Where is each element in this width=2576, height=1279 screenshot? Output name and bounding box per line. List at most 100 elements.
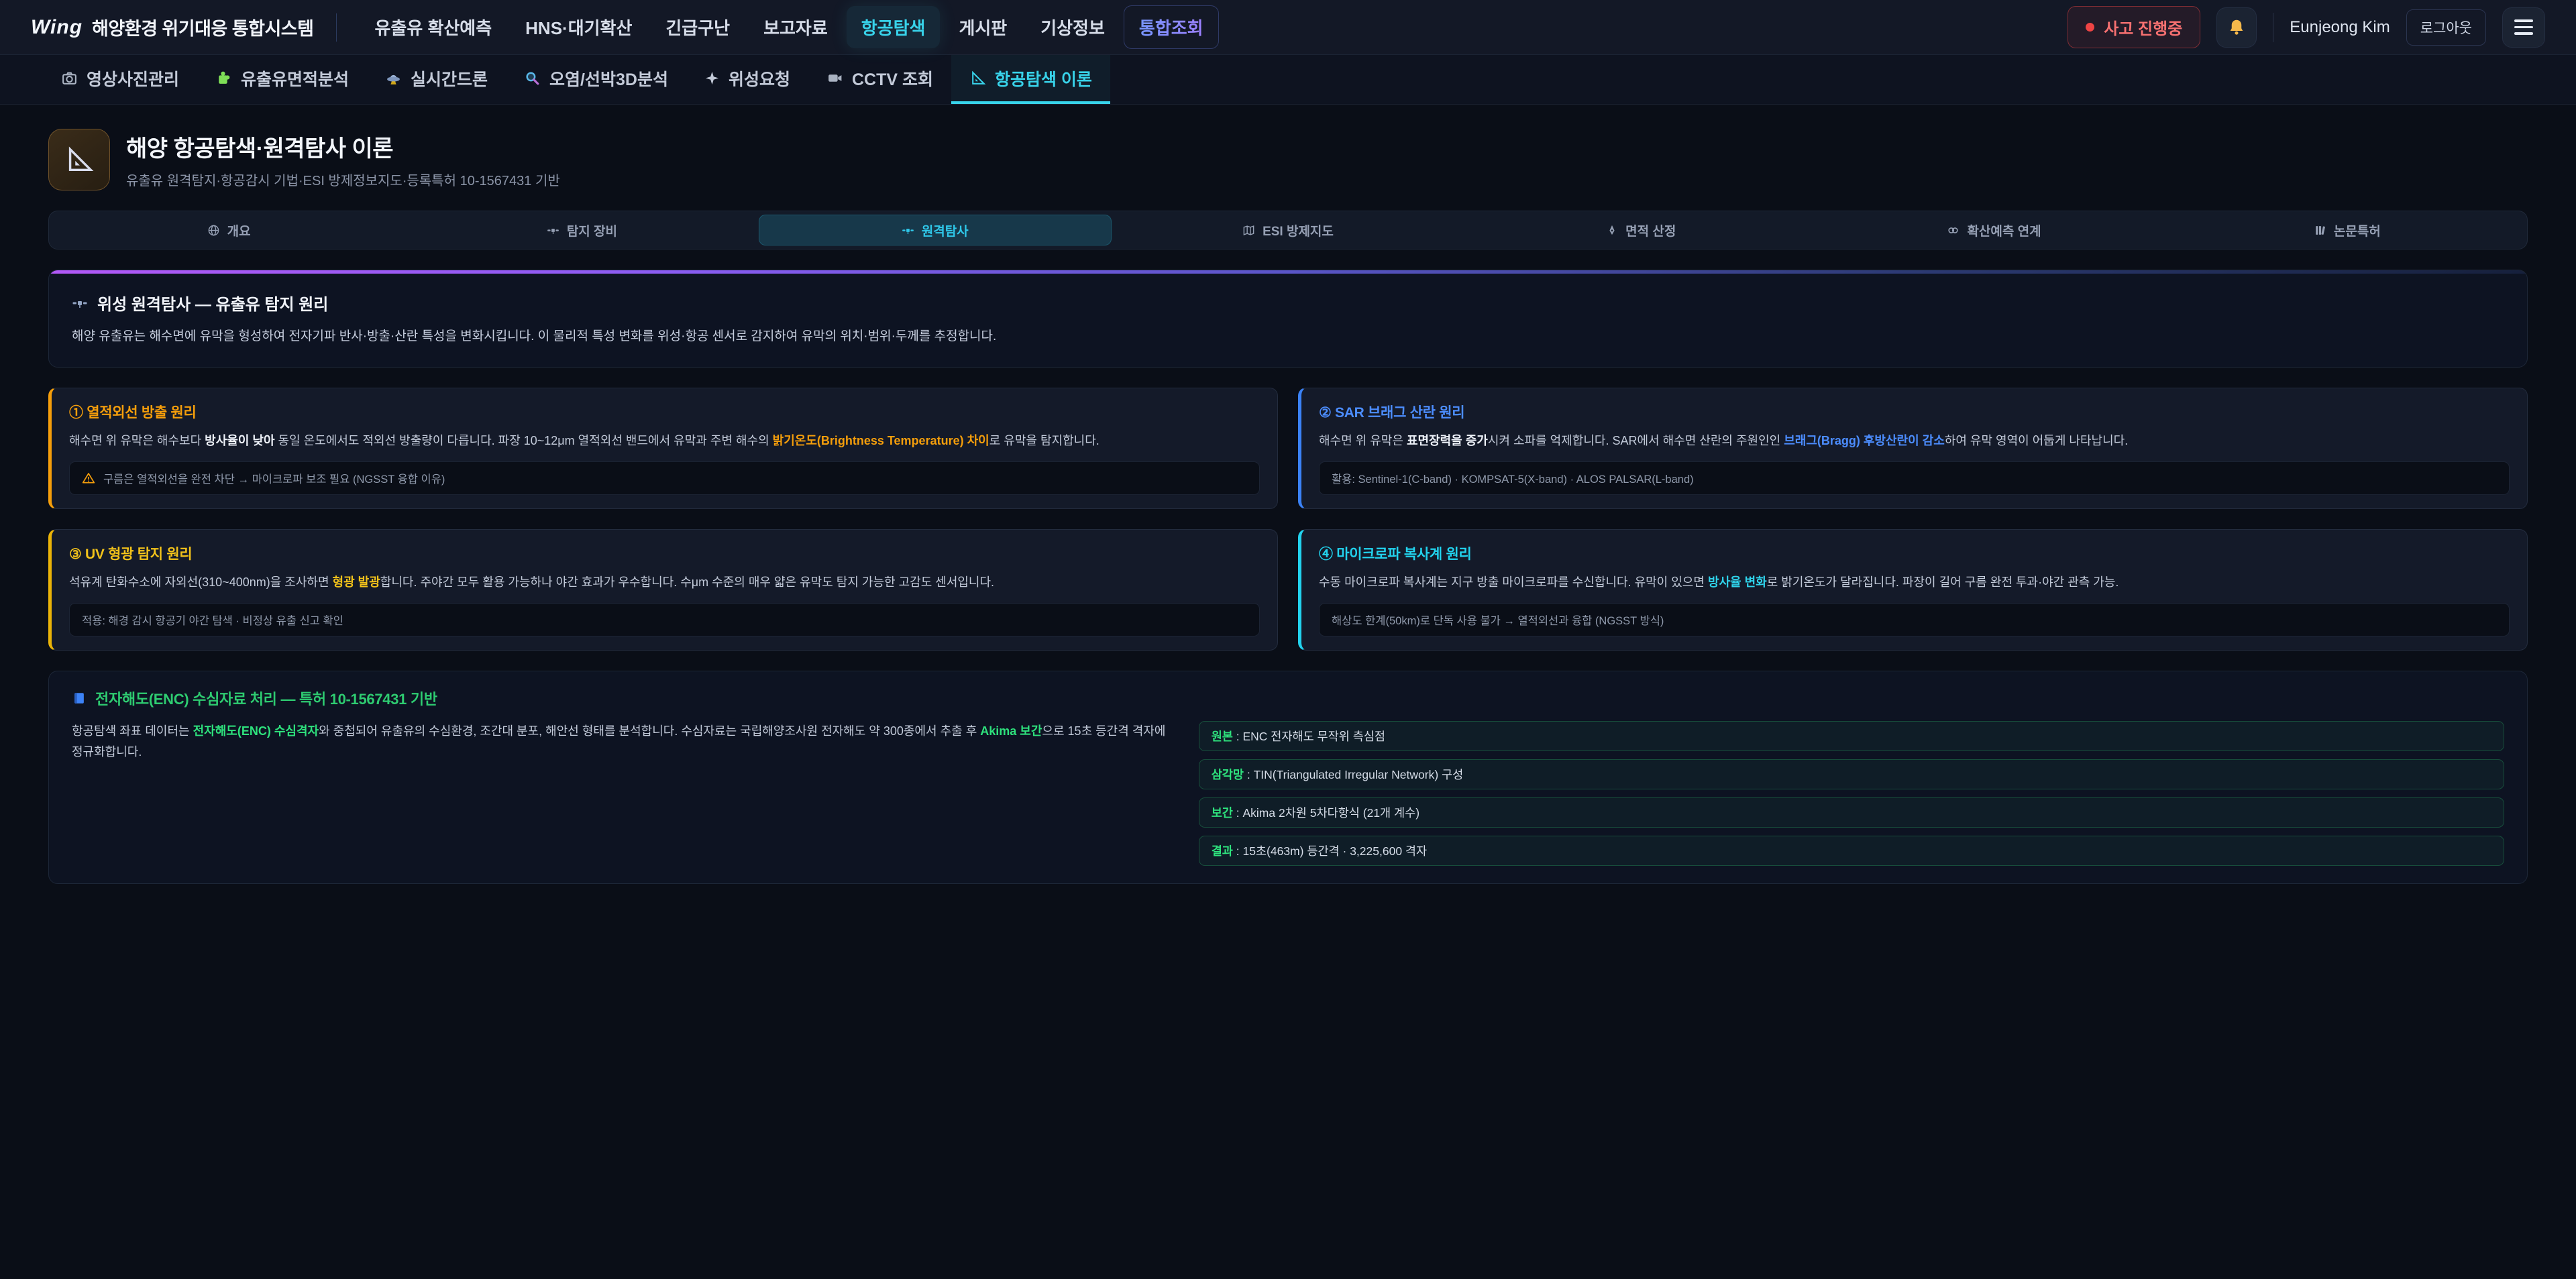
card-title: ③ UV 형광 탐지 원리 bbox=[69, 543, 1260, 563]
satellite-icon bbox=[902, 224, 914, 237]
tab-papers-patents[interactable]: 논문특허 bbox=[2171, 215, 2524, 245]
camera-icon bbox=[61, 70, 78, 87]
card-uv-fluorescence: ③ UV 형광 탐지 원리 석유계 탄화수소에 자외선(310~400nm)을 … bbox=[48, 529, 1278, 651]
nav-item-hns[interactable]: HNS·대기확산 bbox=[511, 6, 647, 48]
tab-label: 논문특허 bbox=[2334, 221, 2381, 239]
nav-item-weather[interactable]: 기상정보 bbox=[1026, 6, 1120, 48]
card-note-text: 적용: 해경 감시 항공기 야간 탐색 · 비정상 유출 신고 확인 bbox=[82, 612, 343, 628]
link-icon bbox=[1947, 224, 1960, 237]
globe-icon bbox=[207, 224, 220, 237]
subnav-label: 유출유면적분석 bbox=[241, 66, 349, 91]
satellite-icon bbox=[72, 295, 88, 311]
card-body: 석유계 탄화수소에 자외선(310~400nm)을 조사하면 형광 발광합니다.… bbox=[69, 573, 1260, 592]
tab-overview[interactable]: 개요 bbox=[52, 215, 405, 245]
page-header: 해양 항공탐색·원격탐사 이론 유출유 원격탐지·항공감시 기법·ESI 방제정… bbox=[48, 129, 2528, 190]
tab-label: 개요 bbox=[227, 221, 251, 239]
subnav-label: 항공탐색 이론 bbox=[995, 66, 1092, 91]
content-tab-bar: 개요 탐지 장비 원격탐사 ESI 방제지도 bbox=[48, 211, 2528, 249]
card-note: 활용: Sentinel-1(C-band) · KOMPSAT-5(X-ban… bbox=[1319, 461, 2510, 495]
nav-item-aerial-search[interactable]: 항공탐색 bbox=[847, 6, 941, 48]
card-note: 구름은 열적외선을 완전 차단 → 마이크로파 보조 필요 (NGSST 융합 … bbox=[69, 461, 1260, 495]
nav-item-integrated-search[interactable]: 통합조회 bbox=[1124, 5, 1219, 49]
page-header-text: 해양 항공탐색·원격탐사 이론 유출유 원격탐지·항공감시 기법·ESI 방제정… bbox=[126, 130, 560, 189]
enc-bathymetry-section: 전자해도(ENC) 수심자료 처리 — 특허 10-1567431 기반 항공탐… bbox=[48, 671, 2528, 884]
enc-content: 항공탐색 좌표 데이터는 전자해도(ENC) 수심격자와 중첩되어 유출유의 수… bbox=[72, 721, 2504, 866]
tab-detection-equipment[interactable]: 탐지 장비 bbox=[405, 215, 758, 245]
magnifier-icon bbox=[524, 70, 541, 87]
user-name: Eunjeong Kim bbox=[2290, 18, 2390, 37]
card-body: 수동 마이크로파 복사계는 지구 방출 마이크로파를 수신합니다. 유막이 있으… bbox=[1319, 573, 2510, 592]
enc-row-interpolation: 보간 : Akima 2차원 5차다항식 (21개 계수) bbox=[1199, 797, 2504, 828]
enc-process-rows: 원본 : ENC 전자해도 무작위 측심점 삼각망 : TIN(Triangul… bbox=[1199, 721, 2504, 866]
tab-esi-map[interactable]: ESI 방제지도 bbox=[1112, 215, 1464, 245]
enc-row-source: 원본 : ENC 전자해도 무작위 측심점 bbox=[1199, 721, 2504, 751]
page-title: 해양 항공탐색·원격탐사 이론 bbox=[126, 130, 560, 163]
tab-diffusion-link[interactable]: 확산예측 연계 bbox=[1817, 215, 2170, 245]
sub-navigation-bar: 영상사진관리 유출유면적분석 실시간드론 오염/선박3D분석 bbox=[0, 55, 2576, 105]
card-body: 해수면 위 유막은 해수보다 방사율이 낮아 동일 온도에서도 적외선 방출량이… bbox=[69, 431, 1260, 451]
notifications-button[interactable] bbox=[2216, 7, 2257, 48]
video-camera-icon bbox=[826, 70, 843, 87]
nav-item-reports[interactable]: 보고자료 bbox=[749, 6, 843, 48]
incident-badge-label: 사고 진행중 bbox=[2104, 15, 2182, 39]
subnav-item-aerial-search-theory[interactable]: 항공탐색 이론 bbox=[951, 55, 1110, 104]
incident-status-badge[interactable]: 사고 진행중 bbox=[2068, 6, 2200, 48]
card-note-text: 해상도 한계(50km)로 단독 사용 불가 → 열적외선과 융합 (NGSST… bbox=[1332, 612, 1664, 628]
page-subtitle: 유출유 원격탐지·항공감시 기법·ESI 방제정보지도·등록특허 10-1567… bbox=[126, 170, 560, 189]
subnav-item-cctv[interactable]: CCTV 조회 bbox=[808, 55, 951, 104]
card-microwave-radiometer: ④ 마이크로파 복사계 원리 수동 마이크로파 복사계는 지구 방출 마이크로파… bbox=[1298, 529, 2528, 651]
card-note: 적용: 해경 감시 항공기 야간 탐색 · 비정상 유출 신고 확인 bbox=[69, 603, 1260, 636]
warning-icon bbox=[82, 471, 95, 485]
four-point-star-icon bbox=[704, 70, 720, 86]
enc-section-title: 전자해도(ENC) 수심자료 처리 — 특허 10-1567431 기반 bbox=[72, 687, 2504, 709]
card-note-text: 구름은 열적외선을 완전 차단 → 마이크로파 보조 필요 (NGSST 융합 … bbox=[103, 470, 445, 486]
card-title: ① 열적외선 방출 원리 bbox=[69, 402, 1260, 422]
map-icon bbox=[1242, 224, 1255, 237]
subnav-item-pollution-3d[interactable]: 오염/선박3D분석 bbox=[506, 55, 686, 104]
principle-cards-grid: ① 열적외선 방출 원리 해수면 위 유막은 해수보다 방사율이 낮아 동일 온… bbox=[48, 388, 2528, 651]
top-navigation-bar: Wing 해양환경 위기대응 통합시스템 유출유 확산예측 HNS·대기확산 긴… bbox=[0, 0, 2576, 55]
divider bbox=[336, 13, 337, 42]
nav-item-oil-spread[interactable]: 유출유 확산예측 bbox=[360, 6, 506, 48]
subnav-item-satellite-request[interactable]: 위성요청 bbox=[686, 55, 808, 104]
hamburger-menu-icon[interactable] bbox=[2502, 7, 2545, 48]
enc-row-result: 결과 : 15초(463m) 등간격 · 3,225,600 격자 bbox=[1199, 836, 2504, 866]
tab-label: 확산예측 연계 bbox=[1967, 221, 2041, 239]
tab-remote-sensing[interactable]: 원격탐사 bbox=[759, 215, 1112, 245]
remote-sensing-section-title: 위성 원격탐사 — 유출유 탐지 원리 bbox=[72, 291, 2504, 315]
tab-label: 탐지 장비 bbox=[567, 221, 617, 239]
app-root: Wing 해양환경 위기대응 통합시스템 유출유 확산예측 HNS·대기확산 긴… bbox=[0, 0, 2576, 1279]
subnav-label: CCTV 조회 bbox=[852, 66, 933, 91]
subnav-item-photo-management[interactable]: 영상사진관리 bbox=[43, 55, 197, 104]
puzzle-icon bbox=[215, 70, 232, 87]
subnav-label: 위성요청 bbox=[729, 66, 790, 91]
section-title-text: 위성 원격탐사 — 유출유 탐지 원리 bbox=[97, 291, 328, 315]
remote-sensing-section: 위성 원격탐사 — 유출유 탐지 원리 해양 유출유는 해수면에 유막을 형성하… bbox=[48, 270, 2528, 368]
card-title: ② SAR 브래그 산란 원리 bbox=[1319, 402, 2510, 422]
books-icon bbox=[2314, 224, 2326, 237]
remote-sensing-section-body: 해양 유출유는 해수면에 유막을 형성하여 전자기파 반사·방출·산란 특성을 … bbox=[72, 327, 2504, 347]
tab-label: 면적 산정 bbox=[1625, 221, 1676, 239]
main-content: 해양 항공탐색·원격탐사 이론 유출유 원격탐지·항공감시 기법·ESI 방제정… bbox=[0, 105, 2576, 884]
logout-button[interactable]: 로그아웃 bbox=[2406, 9, 2486, 46]
incident-dot-icon bbox=[2086, 23, 2094, 32]
nav-item-board[interactable]: 게시판 bbox=[944, 6, 1022, 48]
subnav-label: 영상사진관리 bbox=[87, 66, 179, 91]
card-sar-bragg: ② SAR 브래그 산란 원리 해수면 위 유막은 표면장력을 증가시켜 소파를… bbox=[1298, 388, 2528, 509]
tab-area-calculation[interactable]: 면적 산정 bbox=[1464, 215, 1817, 245]
page-icon-box bbox=[48, 129, 110, 190]
enc-title-text: 전자해도(ENC) 수심자료 처리 — 특허 10-1567431 기반 bbox=[95, 687, 437, 709]
main-menu: 유출유 확산예측 HNS·대기확산 긴급구난 보고자료 항공탐색 게시판 기상정… bbox=[360, 5, 1218, 49]
subnav-item-oil-area-analysis[interactable]: 유출유면적분석 bbox=[197, 55, 367, 104]
system-title: 해양환경 위기대응 통합시스템 bbox=[92, 14, 313, 40]
subnav-item-realtime-drone[interactable]: 실시간드론 bbox=[367, 55, 506, 104]
tab-label: 원격탐사 bbox=[922, 221, 969, 239]
enc-description: 항공탐색 좌표 데이터는 전자해도(ENC) 수심격자와 중첩되어 유출유의 수… bbox=[72, 721, 1167, 763]
satellite-icon bbox=[547, 224, 559, 237]
ufo-drone-icon bbox=[385, 70, 402, 87]
nav-item-rescue[interactable]: 긴급구난 bbox=[651, 6, 745, 48]
tab-label: ESI 방제지도 bbox=[1263, 221, 1334, 239]
pen-nib-icon bbox=[1606, 224, 1618, 236]
topbar-actions: 사고 진행중 Eunjeong Kim 로그아웃 bbox=[2068, 6, 2545, 48]
brand: Wing 해양환경 위기대응 통합시스템 bbox=[31, 14, 313, 40]
